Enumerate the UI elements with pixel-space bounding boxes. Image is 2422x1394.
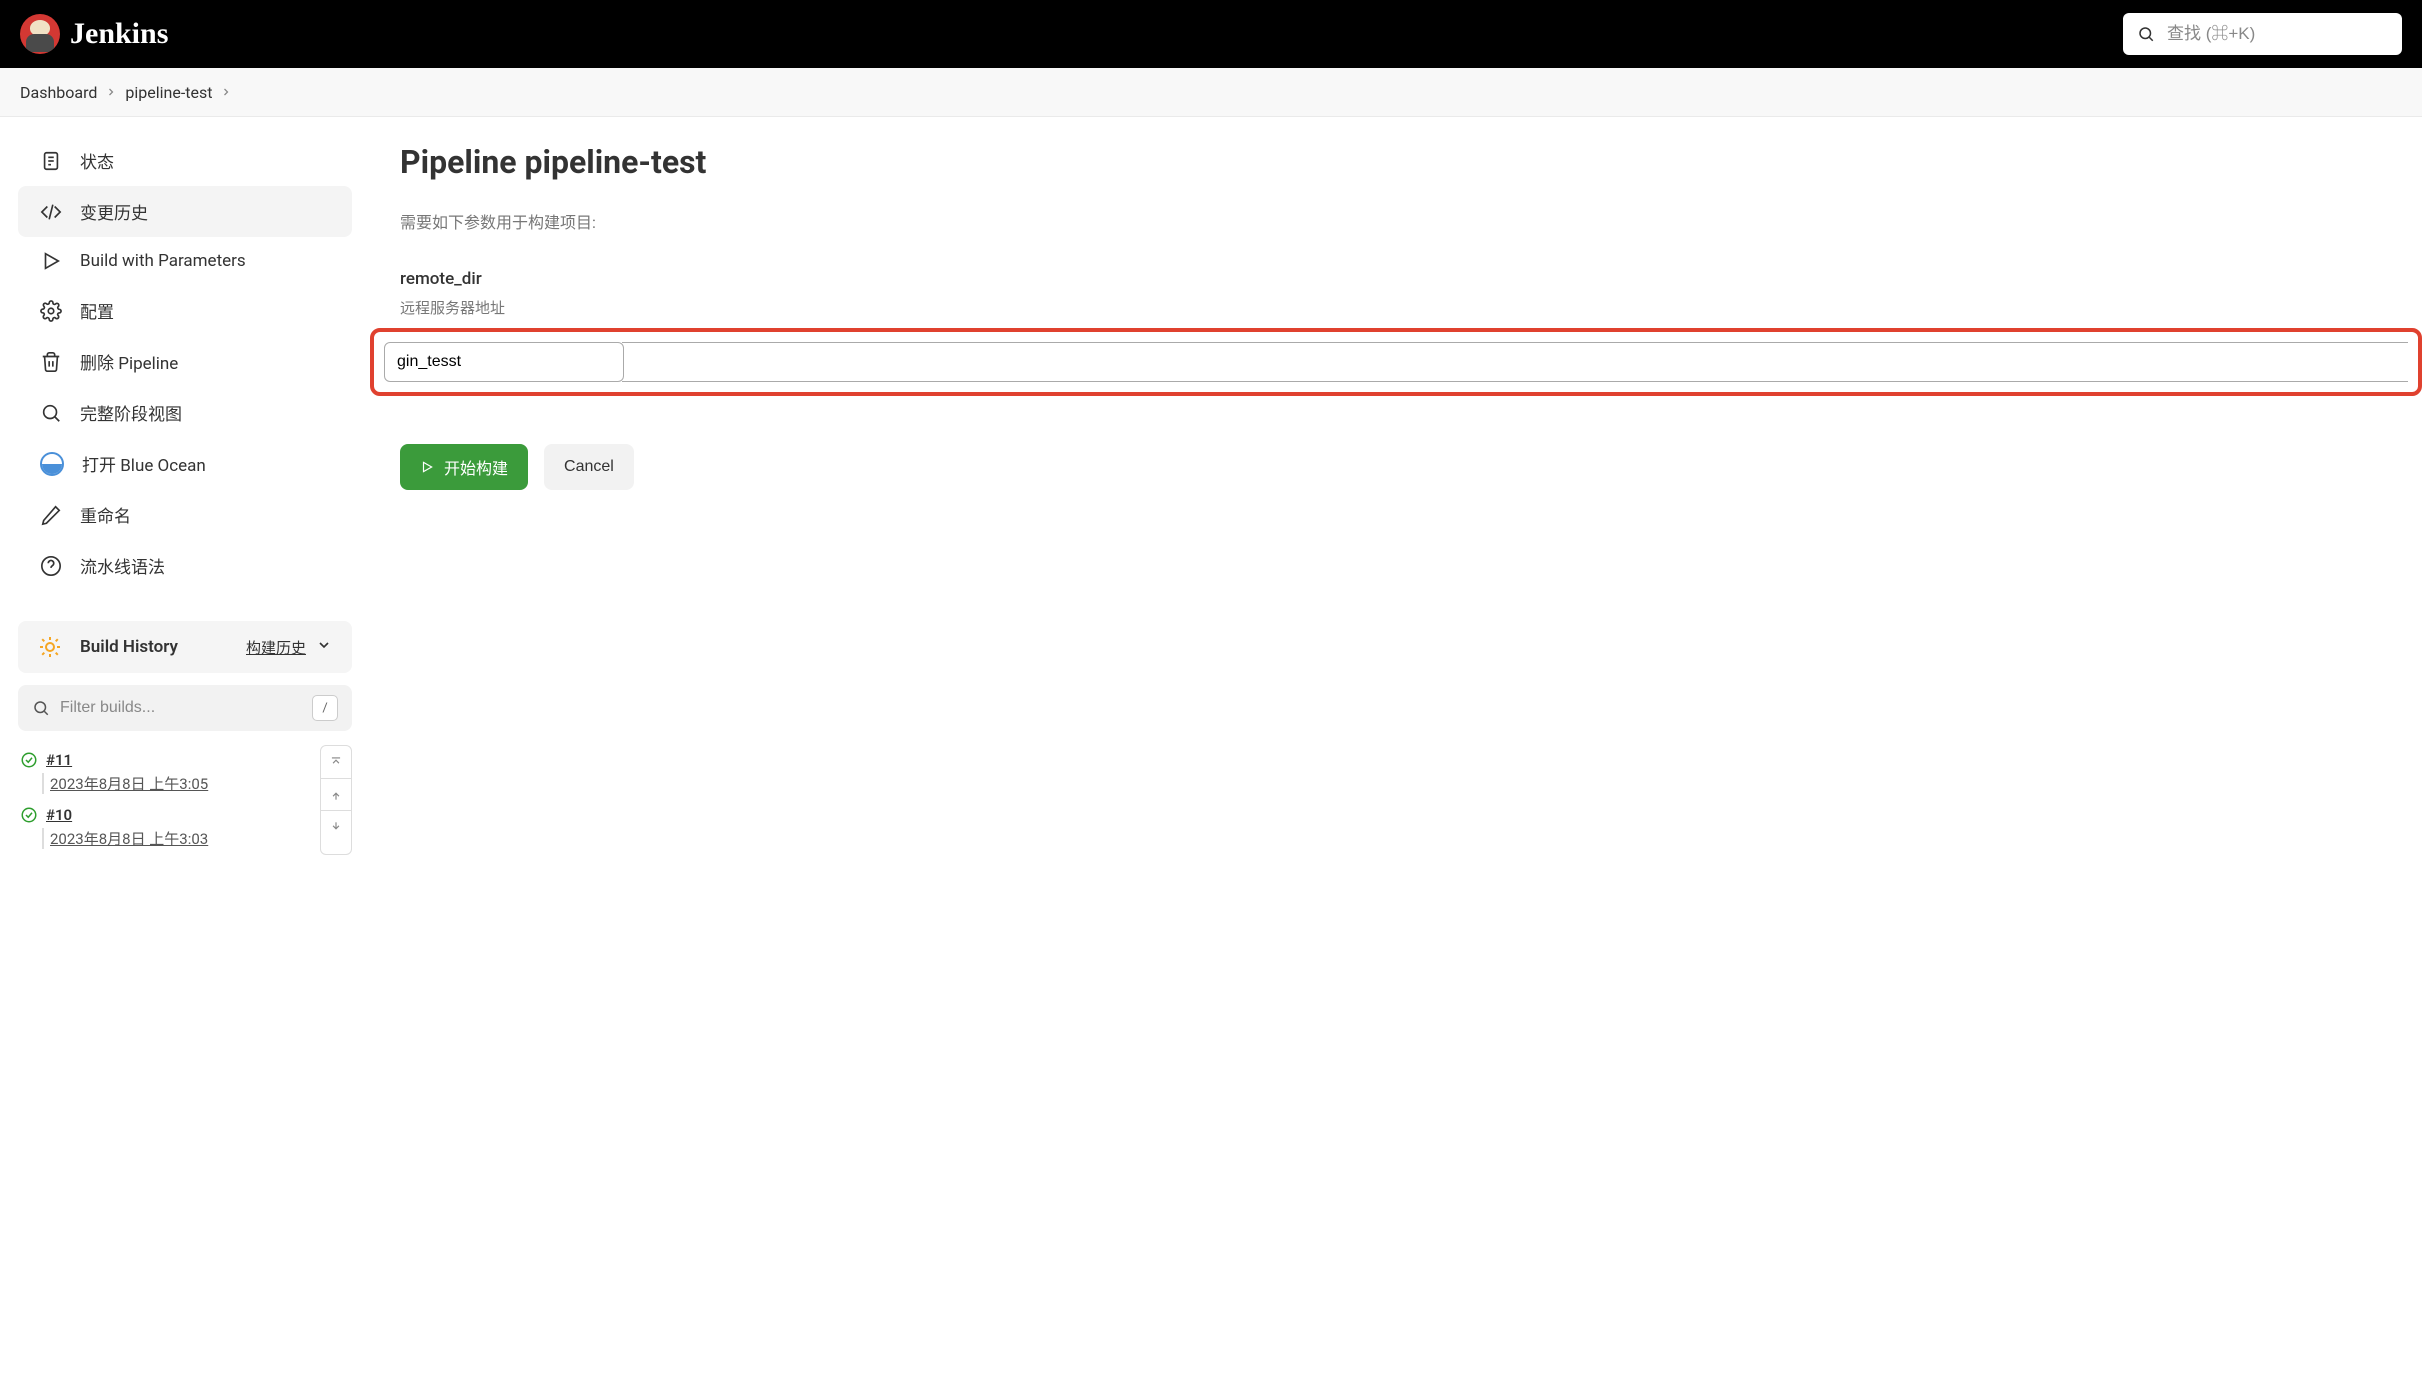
sidebar-item-syntax[interactable]: 流水线语法 [18,540,352,591]
gear-icon [40,300,62,322]
play-icon [40,250,62,272]
document-icon [40,150,62,172]
breadcrumb-item[interactable]: Dashboard [20,83,97,102]
sidebar-item-label: 完整阶段视图 [80,400,182,425]
build-filter[interactable]: / [18,685,352,731]
sidebar-item-stage-view[interactable]: 完整阶段视图 [18,387,352,438]
trash-icon [40,351,62,373]
sidebar-item-blue-ocean[interactable]: 打开 Blue Ocean [18,438,352,489]
build-filter-row: / [18,685,352,731]
build-entry: #10 2023年8月8日 上午3:03 [20,800,320,855]
sidebar-item-label: 配置 [80,298,114,323]
brand-name: Jenkins [70,17,168,51]
pencil-icon [40,504,62,526]
chevron-down-icon[interactable] [316,637,332,657]
build-button[interactable]: 开始构建 [400,444,528,490]
build-time-link[interactable]: 2023年8月8日 上午3:03 [42,828,320,849]
input-extension [622,342,2408,382]
keyboard-hint: / [312,695,338,721]
build-time-link[interactable]: 2023年8月8日 上午3:05 [42,773,320,794]
scroll-top-button[interactable] [321,746,351,778]
logo[interactable]: Jenkins [20,14,168,54]
build-history-title: Build History [80,637,246,657]
build-number-link[interactable]: #11 [46,751,72,769]
cancel-button[interactable]: Cancel [544,444,634,490]
cancel-button-label: Cancel [564,458,614,476]
help-icon [40,555,62,577]
parameter-block: remote_dir 远程服务器地址 [400,269,2422,396]
global-search[interactable] [2123,13,2402,55]
scroll-down-button[interactable] [321,810,351,842]
search-input[interactable] [2167,24,2388,44]
sidebar-item-delete[interactable]: 删除 Pipeline [18,336,352,387]
search-icon [32,699,50,717]
build-button-label: 开始构建 [444,455,508,479]
sidebar-item-rename[interactable]: 重命名 [18,489,352,540]
chevron-right-icon [105,83,117,102]
jenkins-logo-icon [20,14,60,54]
code-icon [40,201,62,223]
scroll-up-button[interactable] [321,778,351,810]
build-history-trend-link[interactable]: 构建历史 [246,637,306,658]
sidebar-item-status[interactable]: 状态 [18,135,352,186]
success-icon [20,806,38,824]
sidebar-item-label: 流水线语法 [80,553,165,578]
sidebar-item-label: 变更历史 [80,199,148,224]
sidebar-item-changes[interactable]: 变更历史 [18,186,352,237]
sidebar-item-label: 删除 Pipeline [80,349,178,374]
sidebar-item-configure[interactable]: 配置 [18,285,352,336]
build-entry: #11 2023年8月8日 上午3:05 [20,745,320,800]
blue-ocean-icon [40,452,64,476]
sun-icon [38,635,62,659]
success-icon [20,751,38,769]
highlighted-input-box [370,328,2422,396]
sidebar: 状态 变更历史 Build with Parameters 配置 删除 Pipe… [0,117,370,873]
sidebar-item-build-params[interactable]: Build with Parameters [18,237,352,285]
builds-list: #11 2023年8月8日 上午3:05 #10 2023年8月8日 上午3:0… [10,745,320,855]
param-name: remote_dir [400,269,2422,289]
scroll-control [320,745,352,855]
sidebar-item-label: 打开 Blue Ocean [82,451,206,476]
play-icon [420,460,434,474]
build-number-link[interactable]: #10 [46,806,72,824]
build-history-header: Build History 构建历史 [18,621,352,673]
build-filter-input[interactable] [60,699,302,717]
sidebar-item-label: Build with Parameters [80,251,246,271]
sidebar-item-label: 重命名 [80,502,131,527]
chevron-right-icon [220,83,232,102]
page-title: Pipeline pipeline-test [400,143,2422,181]
param-description: 远程服务器地址 [400,297,2422,318]
breadcrumb: Dashboard pipeline-test [0,68,2422,117]
main-content: Pipeline pipeline-test 需要如下参数用于构建项目: rem… [370,117,2422,873]
breadcrumb-item[interactable]: pipeline-test [125,83,212,102]
search-icon [40,402,62,424]
remote-dir-input[interactable] [384,342,624,382]
action-buttons: 开始构建 Cancel [400,444,2422,490]
sidebar-item-label: 状态 [80,148,114,173]
app-header: Jenkins [0,0,2422,68]
search-icon [2137,25,2155,43]
page-description: 需要如下参数用于构建项目: [400,209,2422,233]
